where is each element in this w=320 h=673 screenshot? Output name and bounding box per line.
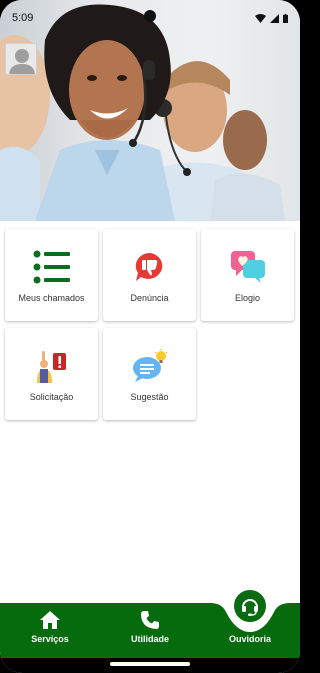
signal-icon xyxy=(270,13,279,23)
ouvidoria-fab-button[interactable] xyxy=(232,588,268,624)
raised-hand-alert-icon xyxy=(32,346,72,386)
card-label: Elogio xyxy=(234,293,261,303)
service-grid: Meus chamados Denúncia Elogio Solicitaçã… xyxy=(5,229,295,420)
nav-item-utilidade[interactable]: Utilidade xyxy=(100,610,200,644)
home-indicator[interactable] xyxy=(110,662,190,666)
home-icon xyxy=(40,611,60,629)
card-sugestao[interactable]: Sugestão xyxy=(103,328,196,420)
camera-cutout xyxy=(144,10,156,22)
heart-bubbles-icon xyxy=(228,247,268,287)
list-icon xyxy=(32,247,72,287)
phone-icon xyxy=(141,611,159,629)
thumbs-down-bubble-icon xyxy=(130,247,170,287)
card-label: Denúncia xyxy=(130,293,169,303)
card-meus-chamados[interactable]: Meus chamados xyxy=(5,229,98,321)
nav-label: Serviços xyxy=(31,634,69,644)
wifi-icon xyxy=(255,13,266,23)
card-solicitacao[interactable]: Solicitação xyxy=(5,328,98,420)
status-icons xyxy=(255,13,288,23)
nav-item-servicos[interactable]: Serviços xyxy=(0,610,100,644)
battery-icon xyxy=(283,13,288,23)
card-label: Sugestão xyxy=(130,392,169,402)
card-elogio[interactable]: Elogio xyxy=(201,229,294,321)
card-denuncia[interactable]: Denúncia xyxy=(103,229,196,321)
nav-label: Utilidade xyxy=(130,634,169,644)
user-avatar-icon[interactable] xyxy=(5,43,37,75)
headset-icon xyxy=(242,599,258,616)
card-label: Solicitação xyxy=(29,392,74,402)
card-label: Meus chamados xyxy=(18,293,85,303)
nav-label: Ouvidoria xyxy=(228,634,271,644)
idea-bubble-icon xyxy=(130,346,170,386)
status-time: 5:09 xyxy=(12,12,34,24)
bottom-navigation: Serviços Utilidade Ouvidoria xyxy=(0,588,300,673)
app-screen: 5:09 Meus chamados Denúncia Elogio Solic… xyxy=(0,0,300,673)
